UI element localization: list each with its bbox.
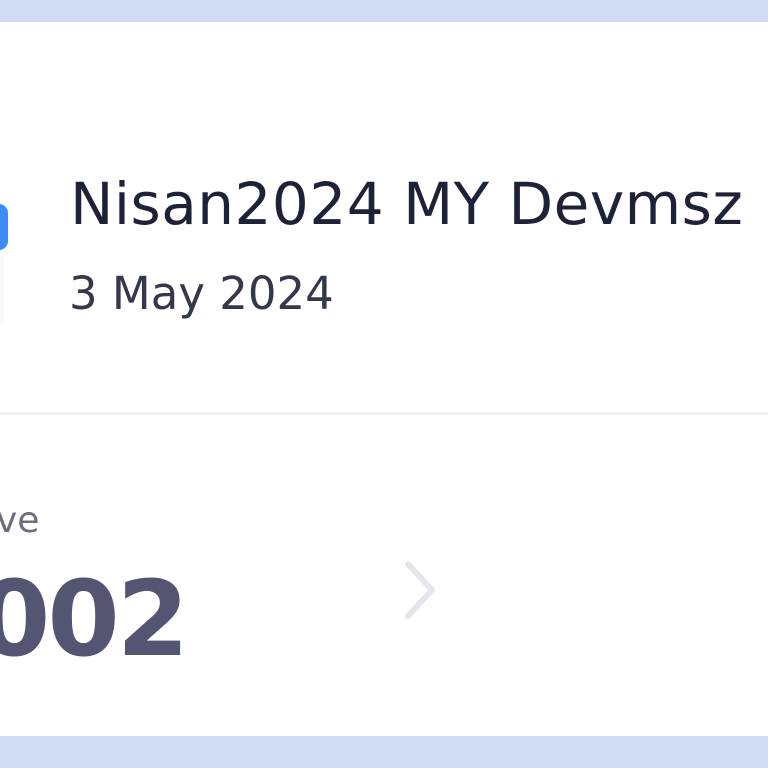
- entry-card[interactable]: Nisan2024 MY Devmsz 3 May 2024 ve 002: [0, 22, 768, 736]
- stat-label: ve: [0, 500, 40, 541]
- entry-title: Nisan2024 MY Devmsz: [70, 170, 744, 238]
- entry-date: 3 May 2024: [69, 267, 334, 320]
- app-icon-shadow: [0, 254, 4, 324]
- app-icon: [0, 204, 8, 250]
- chevron-right-icon[interactable]: [396, 558, 446, 622]
- divider: [0, 412, 768, 415]
- stat-value: 002: [0, 558, 189, 680]
